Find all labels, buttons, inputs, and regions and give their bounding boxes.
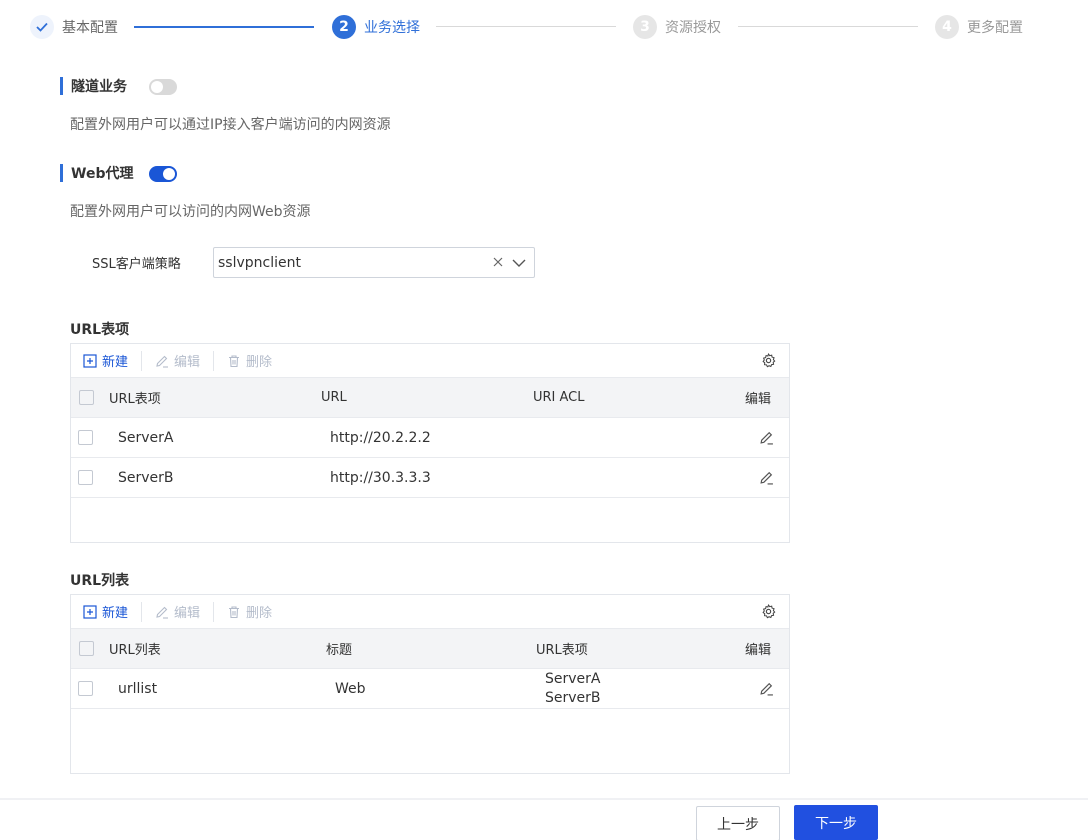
step-1-label: 基本配置 <box>62 20 118 36</box>
row-name: urllist <box>118 680 158 697</box>
edit-icon[interactable] <box>759 430 774 445</box>
add-icon <box>83 604 97 619</box>
clear-icon[interactable] <box>490 255 506 271</box>
gear-icon[interactable] <box>761 604 776 619</box>
add-icon <box>83 353 97 368</box>
edit-icon[interactable] <box>759 470 774 485</box>
url-items-delete-button[interactable]: 删除 <box>227 351 272 370</box>
step-line-1 <box>134 26 314 28</box>
table-row: ServerB http://30.3.3.3 <box>71 457 789 497</box>
col-url-item: URL表项 <box>109 392 161 407</box>
web-proxy-desc: 配置外网用户可以访问的内网Web资源 <box>70 204 311 220</box>
tunnel-desc: 配置外网用户可以通过IP接入客户端访问的内网资源 <box>70 117 391 133</box>
step-1[interactable]: 基本配置 <box>30 13 118 41</box>
wizard-page: 基本配置 2 业务选择 3 资源授权 4 更多配置 隧道业务 配置外网用户可以通… <box>0 0 1088 840</box>
footer-bar: 上一步 下一步 <box>0 798 1088 840</box>
url-lists-title: URL列表 <box>70 573 130 589</box>
select-all-checkbox[interactable] <box>79 641 94 656</box>
col-url-item: URL表项 <box>536 643 588 658</box>
url-items-table: 新建 编辑 删除 URL表项 URL URI ACL 编辑 ServerA ht <box>70 343 790 543</box>
web-proxy-title: Web代理 <box>60 164 133 182</box>
row-checkbox[interactable] <box>78 470 93 485</box>
table-empty-area <box>71 708 789 773</box>
row-name: ServerB <box>118 469 174 486</box>
step-4-label: 更多配置 <box>967 20 1023 36</box>
url-lists-table: 新建 编辑 删除 URL列表 标题 URL表项 编辑 urllist Web S… <box>70 594 790 774</box>
url-lists-edit-button[interactable]: 编辑 <box>155 602 200 621</box>
col-edit: 编辑 <box>745 643 772 658</box>
select-all-checkbox[interactable] <box>79 390 94 405</box>
row-checkbox[interactable] <box>78 430 93 445</box>
col-edit: 编辑 <box>745 392 772 407</box>
edit-icon[interactable] <box>759 681 774 696</box>
tunnel-toggle[interactable] <box>149 79 177 95</box>
url-lists-toolbar: 新建 编辑 删除 <box>71 595 789 628</box>
row-url-items: ServerA ServerB <box>545 669 601 708</box>
trash-icon <box>229 605 240 618</box>
trash-icon <box>229 354 240 367</box>
step-line-3 <box>738 26 918 27</box>
tunnel-title: 隧道业务 <box>60 77 127 95</box>
chevron-down-icon[interactable] <box>512 255 528 271</box>
url-items-header: URL表项 URL URI ACL 编辑 <box>71 377 789 417</box>
step-4-number: 4 <box>935 15 959 39</box>
url-lists-header: URL列表 标题 URL表项 编辑 <box>71 628 789 668</box>
table-row: ServerA http://20.2.2.2 <box>71 417 789 457</box>
step-2-number: 2 <box>332 15 356 39</box>
row-url-item: ServerA <box>545 670 601 687</box>
url-lists-new-button[interactable]: 新建 <box>83 602 128 621</box>
check-icon <box>30 15 54 39</box>
step-2[interactable]: 2 业务选择 <box>332 13 420 41</box>
edit-icon <box>156 606 169 619</box>
col-heading: 标题 <box>326 643 353 658</box>
url-lists-delete-button[interactable]: 删除 <box>227 602 272 621</box>
ssl-policy-select[interactable]: sslvpnclient <box>213 247 535 278</box>
step-3[interactable]: 3 资源授权 <box>633 13 721 41</box>
ssl-policy-value: sslvpnclient <box>218 254 301 271</box>
table-empty-area <box>71 497 789 542</box>
row-heading: Web <box>335 680 366 697</box>
row-url: http://30.3.3.3 <box>330 469 431 486</box>
web-proxy-toggle[interactable] <box>149 166 177 182</box>
url-items-new-button[interactable]: 新建 <box>83 351 128 370</box>
row-url: http://20.2.2.2 <box>330 429 431 446</box>
gear-icon[interactable] <box>761 353 776 368</box>
ssl-policy-label: SSL客户端策略 <box>92 257 181 272</box>
url-items-edit-button[interactable]: 编辑 <box>155 351 200 370</box>
row-name: ServerA <box>118 429 174 446</box>
step-3-number: 3 <box>633 15 657 39</box>
row-url-item: ServerB <box>545 689 601 706</box>
url-items-title: URL表项 <box>70 322 130 338</box>
col-url: URL <box>321 390 347 405</box>
step-4[interactable]: 4 更多配置 <box>935 13 1023 41</box>
next-button[interactable]: 下一步 <box>794 805 878 840</box>
col-uri-acl: URI ACL <box>533 390 585 405</box>
row-checkbox[interactable] <box>78 681 93 696</box>
prev-button[interactable]: 上一步 <box>696 806 780 840</box>
edit-icon <box>156 355 169 368</box>
step-2-label: 业务选择 <box>364 20 420 36</box>
col-url-list: URL列表 <box>109 643 161 658</box>
step-line-2 <box>436 26 616 27</box>
url-items-toolbar: 新建 编辑 删除 <box>71 344 789 377</box>
steps-bar: 基本配置 2 业务选择 3 资源授权 4 更多配置 <box>30 13 1030 41</box>
step-3-label: 资源授权 <box>665 20 721 36</box>
table-row: urllist Web ServerA ServerB <box>71 668 789 708</box>
